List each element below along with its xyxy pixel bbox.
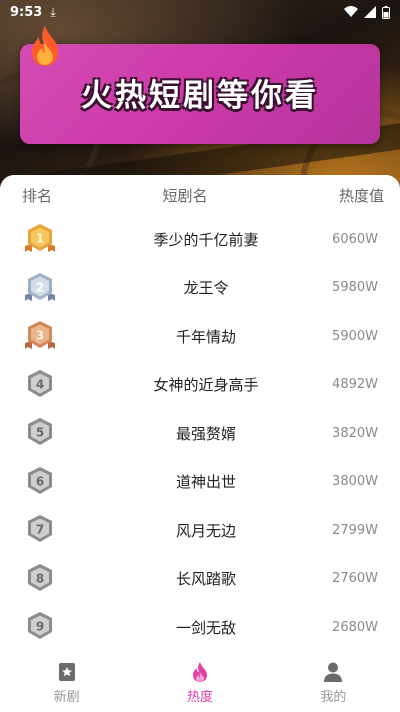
rank-cell: 9 bbox=[0, 610, 80, 644]
wifi-icon bbox=[344, 6, 358, 17]
download-icon: ⤓ bbox=[50, 4, 56, 19]
drama-title: 风月无边 bbox=[175, 521, 236, 540]
table-row[interactable]: 7 风月无边 2799W bbox=[0, 506, 400, 555]
table-row[interactable]: 6 道神出世 3800W bbox=[0, 458, 400, 507]
tab-label-new: 新剧 bbox=[53, 690, 80, 705]
svg-text:7: 7 bbox=[36, 523, 44, 537]
battery-icon bbox=[382, 5, 390, 19]
table-row[interactable]: 8 长风踏歌 2760W bbox=[0, 555, 400, 604]
bottom-tab-bar: 新剧 热度 我的 bbox=[0, 654, 400, 712]
heat-value: 3800W bbox=[332, 474, 378, 490]
rank-medal-icon: 1 bbox=[25, 224, 55, 253]
user-icon bbox=[324, 662, 343, 682]
rank-medal-icon: 4 bbox=[28, 369, 52, 397]
svg-text:2: 2 bbox=[36, 280, 44, 294]
tab-label-mine: 我的 bbox=[320, 690, 347, 705]
rank-medal-icon: 7 bbox=[28, 515, 52, 543]
rank-medal-icon: 6 bbox=[28, 466, 52, 494]
drama-title: 龙王令 bbox=[183, 279, 229, 298]
rank-cell: 6 bbox=[0, 465, 80, 499]
drama-title: 千年情劫 bbox=[175, 327, 236, 346]
status-bar: 9:53 ⤓ bbox=[0, 0, 400, 24]
status-time: 9:53 bbox=[10, 4, 43, 20]
svg-text:3: 3 bbox=[36, 329, 44, 343]
svg-text:8: 8 bbox=[36, 571, 44, 585]
heat-value: 2680W bbox=[332, 619, 378, 635]
tab-hot[interactable]: 热度 bbox=[133, 654, 266, 712]
heat-value: 5900W bbox=[332, 328, 378, 344]
table-row[interactable]: 3 千年情劫 5900W bbox=[0, 312, 400, 361]
table-row[interactable]: 1 季少的千亿前妻 6060W bbox=[0, 215, 400, 264]
drama-title: 一剑无敌 bbox=[175, 618, 236, 637]
signal-icon bbox=[364, 6, 376, 18]
drama-title: 最强赘婿 bbox=[175, 424, 236, 443]
rank-cell: 3 bbox=[0, 319, 80, 353]
rank-medal-icon: 2 bbox=[25, 272, 55, 301]
rank-medal-icon: 3 bbox=[25, 321, 55, 350]
svg-text:4: 4 bbox=[36, 377, 44, 391]
heat-value: 2760W bbox=[332, 571, 378, 587]
tab-label-hot: 热度 bbox=[186, 690, 213, 705]
rank-medal-icon: 9 bbox=[28, 612, 52, 640]
drama-title: 长风踏歌 bbox=[175, 570, 236, 589]
heat-value: 3820W bbox=[332, 425, 378, 441]
header-name: 短剧名 bbox=[162, 186, 208, 205]
rank-cell: 1 bbox=[0, 222, 80, 256]
drama-title: 季少的千亿前妻 bbox=[153, 230, 259, 249]
rank-medal-icon: 5 bbox=[28, 418, 52, 446]
table-row[interactable]: 5 最强赘婿 3820W bbox=[0, 409, 400, 458]
table-row[interactable]: 4 女神的近身高手 4892W bbox=[0, 361, 400, 410]
heat-value: 2799W bbox=[332, 522, 378, 538]
heat-value: 5980W bbox=[332, 280, 378, 296]
table-row[interactable]: 9 一剑无敌 2680W bbox=[0, 603, 400, 652]
rank-cell: 5 bbox=[0, 416, 80, 450]
rank-cell: 4 bbox=[0, 368, 80, 402]
svg-text:9: 9 bbox=[36, 620, 44, 634]
header-heat: 热度值 bbox=[338, 186, 384, 205]
table-row[interactable]: 2 龙王令 5980W bbox=[0, 264, 400, 313]
table-header: 排名 短剧名 热度值 bbox=[0, 175, 400, 215]
flame-icon bbox=[32, 26, 58, 66]
rank-cell: 8 bbox=[0, 562, 80, 596]
drama-title: 女神的近身高手 bbox=[153, 376, 259, 395]
heat-value: 4892W bbox=[332, 377, 378, 393]
promo-banner[interactable]: 火热短剧等你看 bbox=[20, 44, 380, 144]
drama-title: 道神出世 bbox=[175, 473, 236, 492]
ranking-sheet: 排名 短剧名 热度值 1 季少的千亿前妻 6060W 2 龙王令 5980W 3… bbox=[0, 175, 400, 655]
rank-cell: 2 bbox=[0, 271, 80, 305]
tab-new-dramas[interactable]: 新剧 bbox=[0, 654, 133, 712]
heat-value: 6060W bbox=[332, 231, 378, 247]
tab-mine[interactable]: 我的 bbox=[267, 654, 400, 712]
rank-cell: 7 bbox=[0, 513, 80, 547]
banner-title: 火热短剧等你看 bbox=[81, 78, 319, 114]
header-rank: 排名 bbox=[22, 186, 53, 205]
star-bookmark-icon bbox=[58, 663, 75, 681]
rank-medal-icon: 8 bbox=[28, 563, 52, 591]
svg-text:1: 1 bbox=[36, 232, 44, 246]
ranking-list: 1 季少的千亿前妻 6060W 2 龙王令 5980W 3 千年情劫 5900W… bbox=[0, 215, 400, 652]
hero-background: 火热短剧等你看 bbox=[0, 0, 400, 195]
svg-text:6: 6 bbox=[36, 474, 44, 488]
flame-icon bbox=[192, 662, 207, 682]
svg-text:5: 5 bbox=[36, 426, 44, 440]
